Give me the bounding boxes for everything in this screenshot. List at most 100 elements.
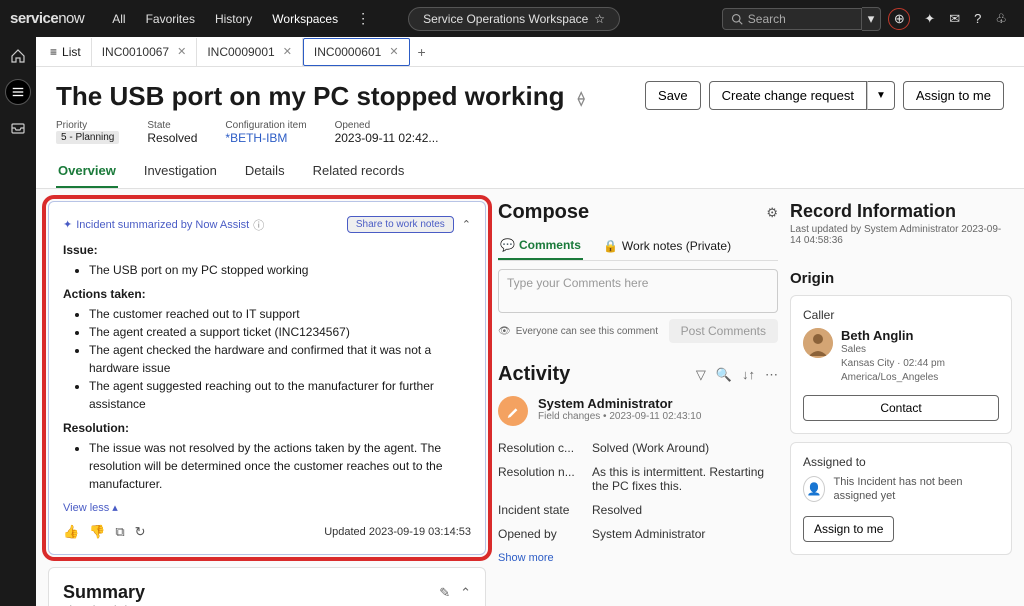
action-item: The customer reached out to IT support	[89, 305, 471, 323]
more-icon[interactable]: ⋯	[765, 367, 778, 383]
save-button[interactable]: Save	[645, 81, 701, 110]
record-information: Record Information Last updated by Syste…	[790, 201, 1012, 246]
assign-to-me-button[interactable]: Assign to me	[903, 81, 1004, 110]
caller-name[interactable]: Beth Anglin	[841, 328, 945, 343]
post-comments-button[interactable]: Post Comments	[669, 319, 778, 343]
subtab-investigation[interactable]: Investigation	[142, 155, 219, 188]
search-icon	[731, 13, 743, 25]
thumbs-down-icon[interactable]: 👎	[89, 524, 105, 540]
nav-workspaces[interactable]: Workspaces	[262, 12, 348, 26]
meta-state: State Resolved	[147, 120, 197, 145]
tab-inc0010067[interactable]: INC0010067✕	[92, 38, 198, 66]
search-icon[interactable]: 🔍	[716, 367, 732, 383]
close-icon[interactable]: ✕	[283, 45, 292, 58]
filter-icon[interactable]: ▽	[696, 367, 706, 383]
nav-favorites[interactable]: Favorites	[136, 12, 205, 26]
subtab-details[interactable]: Details	[243, 155, 287, 188]
record-meta: Priority 5 - Planning State Resolved Con…	[36, 112, 1024, 155]
comment-input[interactable]: Type your Comments here	[498, 269, 778, 313]
edit-icon[interactable]: ✎	[439, 585, 450, 601]
nav-history[interactable]: History	[205, 12, 262, 26]
updated-timestamp: Updated 2023-09-19 03:14:53	[324, 526, 471, 538]
caller-location: Kansas City · 02:44 pm	[841, 357, 945, 371]
main: ≡ List INC0010067✕ INC0009001✕ INC000060…	[36, 37, 1024, 606]
caller-dept: Sales	[841, 343, 945, 357]
assigned-text: This Incident has not been assigned yet	[833, 475, 999, 504]
subtab-overview[interactable]: Overview	[56, 155, 118, 188]
compose-settings-icon[interactable]: ⚙	[766, 205, 778, 221]
star-icon: ☆	[594, 12, 605, 26]
logo[interactable]: servicenow	[10, 10, 84, 27]
page-title: The USB port on my PC stopped working ⟠	[56, 81, 585, 112]
close-icon[interactable]: ✕	[177, 45, 186, 58]
activity-meta: Field changes • 2023-09-11 02:43:10	[538, 411, 701, 422]
sort-icon[interactable]: ↓↑	[742, 367, 755, 382]
summary-heading: Summary	[63, 582, 145, 603]
chat-icon: 💬	[500, 238, 515, 252]
subtab-related[interactable]: Related records	[311, 155, 407, 188]
global-search[interactable]: Search	[722, 8, 862, 30]
record-info-subtitle: Last updated by System Administrator 202…	[790, 224, 1012, 246]
content: ✦ Incident summarized by Now Assist ⓘ Sh…	[36, 189, 1024, 606]
chevron-up-icon: ▴	[112, 501, 118, 514]
user-icon: 👤	[803, 476, 825, 502]
search-dropdown-icon[interactable]: ▾	[862, 7, 882, 31]
issue-heading: Issue:	[63, 243, 471, 257]
create-change-button[interactable]: Create change request	[709, 81, 867, 110]
sparkle-icon[interactable]: ✦	[917, 11, 942, 27]
activity-heading: Activity	[498, 363, 570, 386]
actions-heading: Actions taken:	[63, 287, 471, 301]
assist-label: ✦ Incident summarized by Now Assist ⓘ	[63, 217, 264, 233]
chevron-up-icon[interactable]: ⌃	[460, 585, 471, 601]
refresh-icon[interactable]: ↻	[135, 524, 146, 540]
chat-icon[interactable]: ✉	[942, 11, 967, 27]
activity-entry: System Administrator Field changes • 202…	[498, 396, 778, 426]
topnav: servicenow All Favorites History Workspa…	[0, 0, 1024, 37]
info-icon[interactable]: ⓘ	[253, 217, 264, 233]
contact-button[interactable]: Contact	[803, 395, 999, 421]
close-icon[interactable]: ✕	[389, 45, 398, 58]
create-change-dropdown-icon[interactable]: ▼	[867, 81, 895, 110]
sparkle-icon: ✦	[63, 218, 72, 231]
activity-author: System Administrator	[538, 396, 701, 411]
caller-tz: America/Los_Angeles	[841, 371, 945, 385]
assign-to-me-button[interactable]: Assign to me	[803, 516, 894, 542]
list-icon[interactable]	[5, 79, 31, 105]
chevron-up-icon[interactable]: ⌃	[462, 218, 471, 231]
meta-ci: Configuration item *BETH-IBM	[225, 120, 306, 145]
copy-icon[interactable]: ⧉	[115, 524, 124, 540]
workspace-pill[interactable]: Service Operations Workspace ☆	[408, 7, 620, 31]
new-tab-icon[interactable]: +	[410, 44, 434, 60]
tab-inc0009001[interactable]: INC0009001✕	[197, 38, 303, 66]
thumbs-up-icon[interactable]: 👍	[63, 524, 79, 540]
share-to-work-notes-button[interactable]: Share to work notes	[347, 216, 454, 233]
compose-tab-comments[interactable]: 💬Comments	[498, 232, 583, 260]
tab-inc0000601[interactable]: INC0000601✕	[303, 38, 410, 66]
now-assist-card: ✦ Incident summarized by Now Assist ⓘ Sh…	[48, 201, 486, 555]
tab-list[interactable]: ≡ List	[40, 38, 92, 66]
record-header: The USB port on my PC stopped working ⟠ …	[36, 67, 1024, 112]
action-item: The agent suggested reaching out to the …	[89, 377, 471, 413]
home-icon[interactable]	[5, 43, 31, 69]
globe-icon[interactable]: ⊕	[881, 8, 917, 30]
bell-icon[interactable]: ♧	[988, 11, 1014, 27]
nav-more-icon[interactable]: ⋮	[348, 10, 378, 27]
compose-tab-worknotes[interactable]: 🔒Work notes (Private)	[601, 232, 733, 260]
compose-heading: Compose	[498, 201, 589, 224]
resolution-heading: Resolution:	[63, 421, 471, 435]
inbox-icon[interactable]	[5, 115, 31, 141]
ci-link[interactable]: *BETH-IBM	[225, 131, 306, 145]
nav-all[interactable]: All	[102, 12, 135, 26]
tabstrip: ≡ List INC0010067✕ INC0009001✕ INC000060…	[36, 37, 1024, 67]
show-more-link[interactable]: Show more	[498, 552, 778, 564]
view-less-link[interactable]: View less▴	[63, 501, 471, 514]
avatar	[803, 328, 833, 358]
tag-icon[interactable]: ⟠	[578, 90, 585, 106]
lock-icon: 🔒	[603, 239, 618, 253]
action-item: The agent checked the hardware and confi…	[89, 341, 471, 377]
resolution-item: The issue was not resolved by the action…	[89, 439, 471, 493]
field-changes: Resolution c...Solved (Work Around) Reso…	[498, 436, 778, 546]
summary-card: Summary ✎ ⌃ Short description The USB po…	[48, 567, 486, 606]
help-icon[interactable]: ?	[967, 11, 988, 26]
caller-card: Caller Beth Anglin Sales Kansas City · 0…	[790, 295, 1012, 434]
